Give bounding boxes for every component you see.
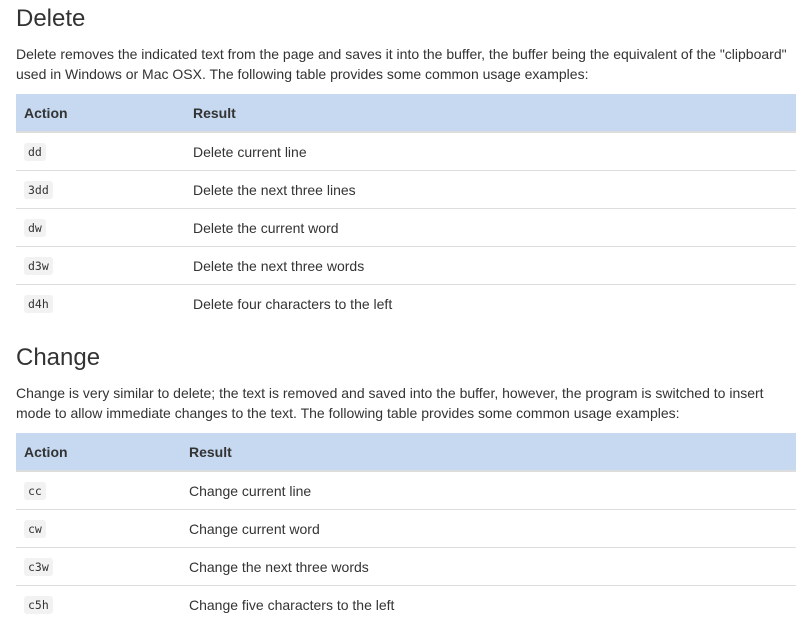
action-cell: 3dd — [16, 170, 185, 209]
result-cell: Delete four characters to the left — [185, 284, 796, 322]
command-code: d4h — [24, 295, 53, 313]
table-row: cc Change current line — [16, 471, 796, 510]
change-description: Change is very similar to delete; the te… — [16, 385, 764, 421]
table-row: c5h Change five characters to the left — [16, 585, 796, 623]
table-row: 3dd Delete the next three lines — [16, 170, 796, 209]
column-header-result: Result — [181, 433, 796, 472]
column-header-result: Result — [185, 94, 796, 133]
command-code: 3dd — [24, 181, 53, 199]
table-row: d3w Delete the next three words — [16, 246, 796, 285]
action-cell: c5h — [16, 585, 181, 623]
result-cell: Delete the next three lines — [185, 170, 796, 209]
action-cell: cw — [16, 509, 181, 548]
delete-commands-table: Action Result dd Delete current line 3dd… — [16, 94, 796, 322]
column-header-action: Action — [16, 433, 181, 472]
result-cell: Change the next three words — [181, 547, 796, 586]
result-cell: Change current line — [189, 482, 312, 499]
action-cell: dd — [16, 132, 185, 171]
action-cell: c3w — [16, 547, 181, 586]
page-content: Delete Delete removes the indicated text… — [0, 0, 803, 623]
change-section-heading: Change — [16, 344, 101, 371]
change-commands-table: Action Result cc Change current line cw … — [16, 433, 796, 623]
table-header-row: Action Result — [16, 94, 796, 133]
command-code: d3w — [24, 257, 53, 275]
action-cell: dw — [16, 208, 185, 247]
table-header-row: Action Result — [16, 433, 796, 472]
result-cell: Delete the next three words — [185, 246, 796, 285]
command-code: cc — [24, 482, 46, 500]
table-row: d4h Delete four characters to the left — [16, 284, 796, 322]
result-cell: Change five characters to the left — [181, 585, 796, 623]
result-cell: Delete current line — [193, 143, 307, 160]
result-cell: Delete the current word — [185, 208, 796, 247]
table-row: dw Delete the current word — [16, 208, 796, 247]
command-code: cw — [24, 520, 46, 538]
delete-section-heading: Delete — [16, 5, 86, 32]
result-cell: Change current word — [181, 509, 796, 548]
column-header-action: Action — [16, 94, 185, 133]
command-code: c3w — [24, 558, 53, 576]
action-cell: d4h — [16, 284, 185, 322]
table-row: dd Delete current line — [16, 132, 796, 171]
table-row: cw Change current word — [16, 509, 796, 548]
table-row: c3w Change the next three words — [16, 547, 796, 586]
command-code: c5h — [24, 596, 53, 614]
command-code: dw — [24, 219, 46, 237]
delete-description: Delete removes the indicated text from t… — [16, 46, 787, 82]
action-cell: d3w — [16, 246, 185, 285]
action-cell: cc — [16, 471, 181, 510]
command-code: dd — [24, 143, 46, 161]
